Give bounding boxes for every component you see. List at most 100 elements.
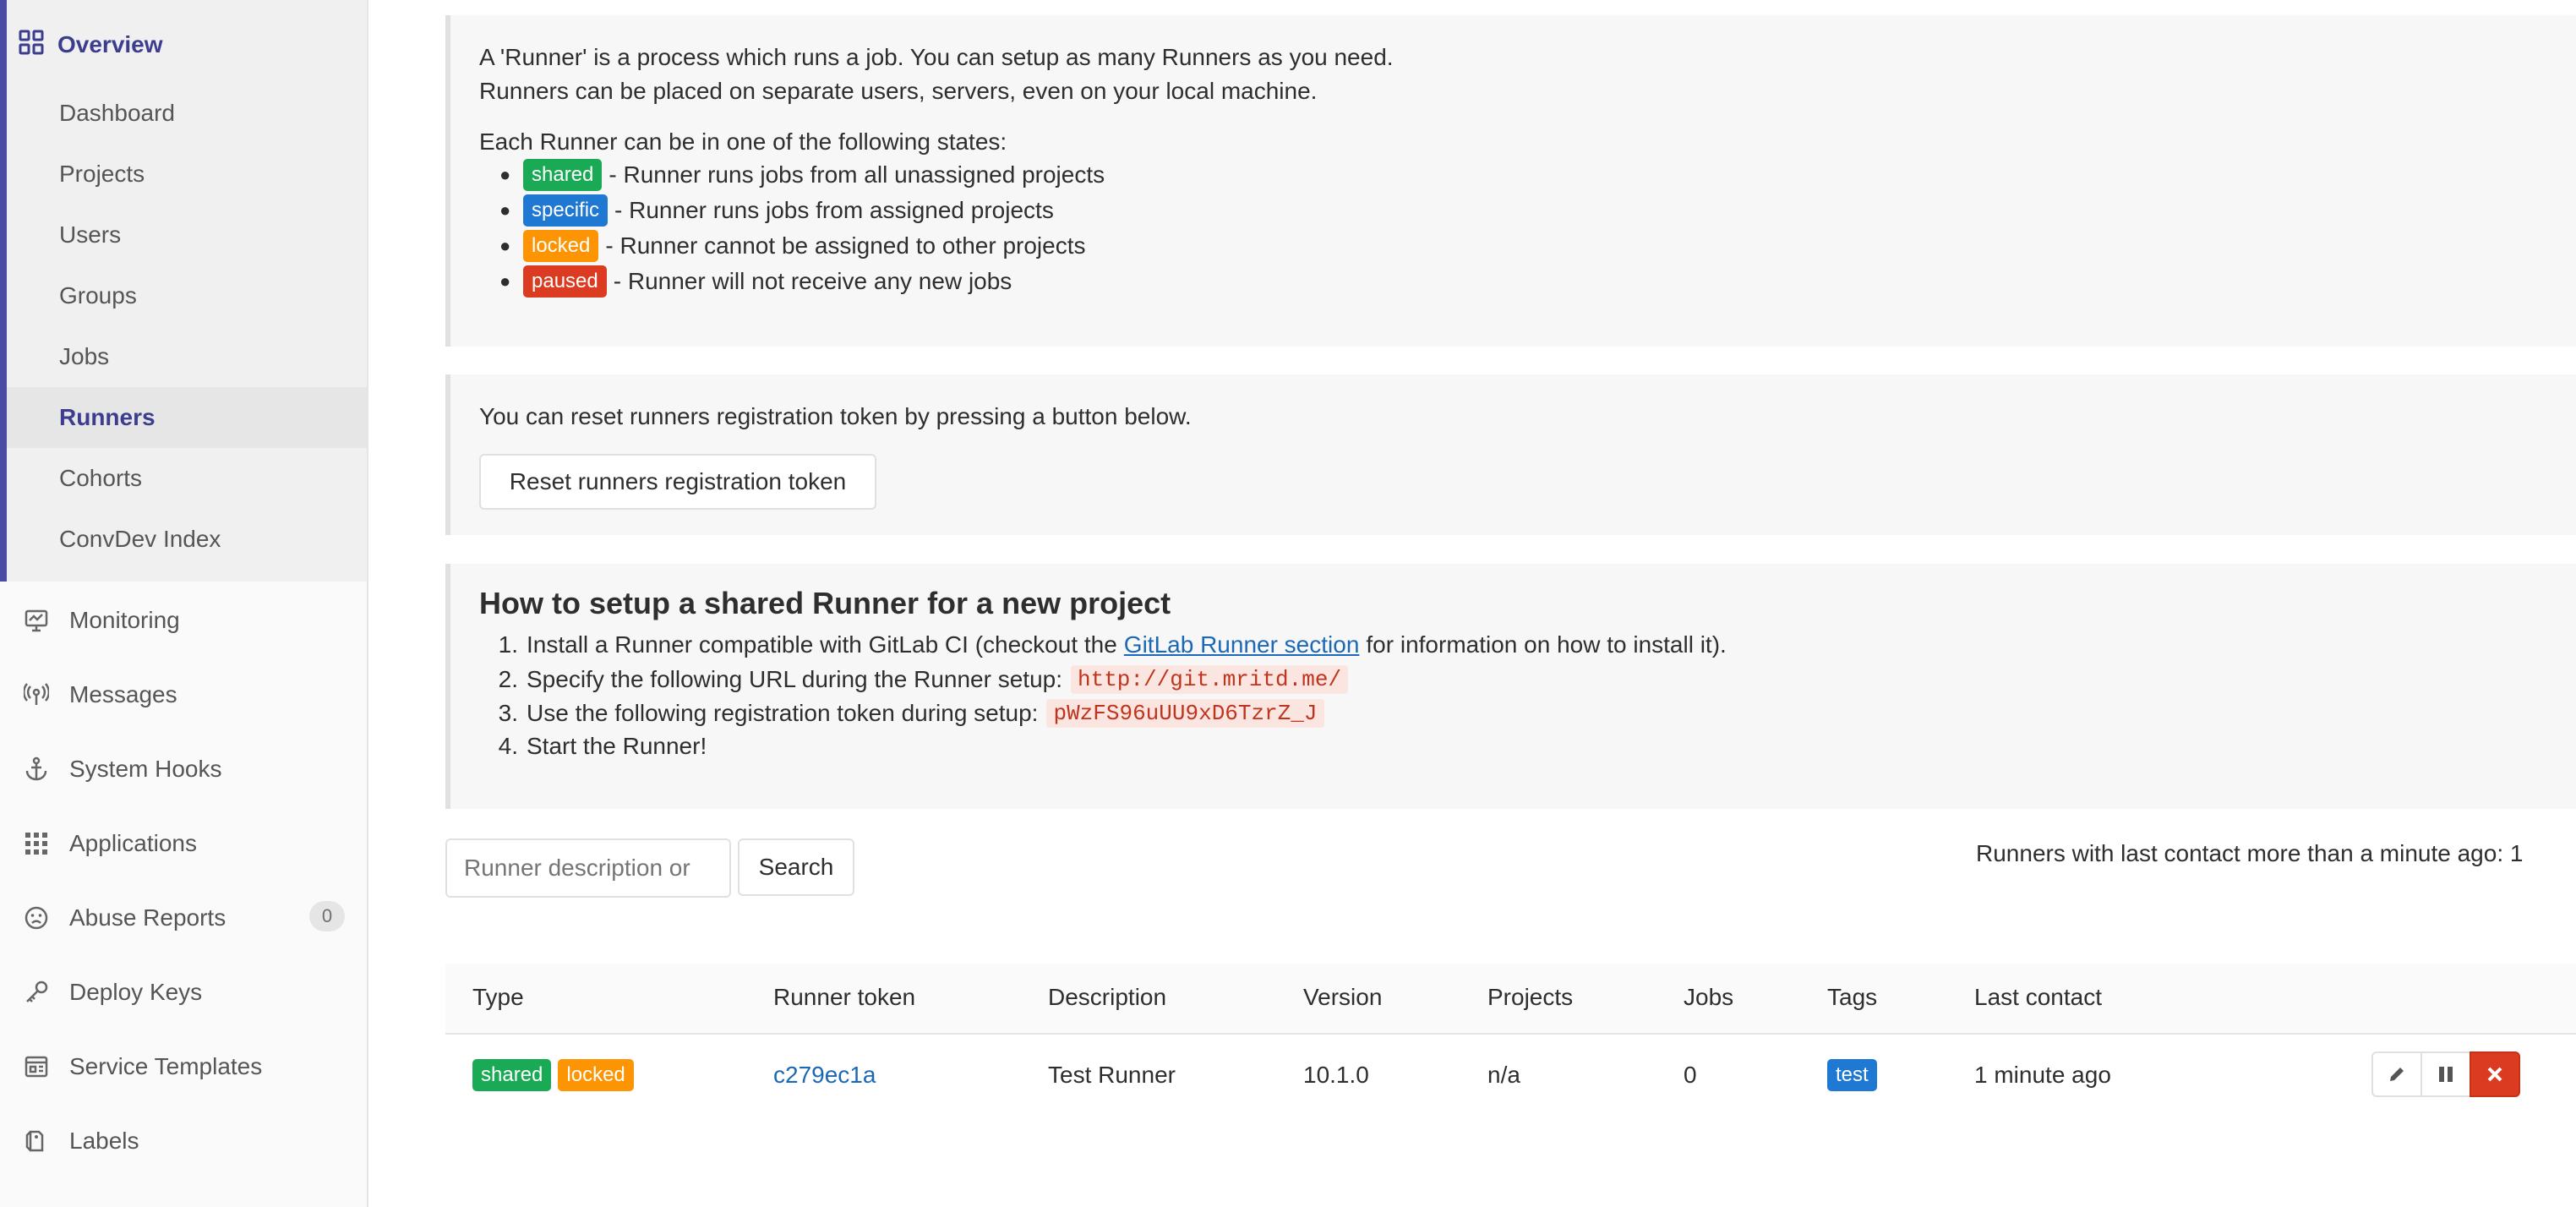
sidebar-item-system-hooks[interactable]: System Hooks <box>24 750 345 789</box>
runner-projects-cell: n/a <box>1487 1062 1520 1088</box>
column-header-description: Description <box>1048 984 1167 1010</box>
runner-version-cell: 10.1.0 <box>1303 1062 1369 1088</box>
sidebar-item-messages[interactable]: Messages <box>24 675 345 714</box>
runners-table-header: Type Runner token Description Version Pr… <box>445 964 2576 1035</box>
state-description: - Runner runs jobs from assigned project… <box>614 197 1054 223</box>
runner-search-input[interactable] <box>445 838 731 898</box>
sidebar-item-applications[interactable]: Applications <box>24 824 345 863</box>
setup-step-2: 2. Specify the following URL during the … <box>479 665 1349 694</box>
column-header-type: Type <box>472 984 524 1010</box>
bullet-icon: ● <box>499 270 511 292</box>
bullet-icon: ● <box>499 235 511 256</box>
sidebar-item-cohorts[interactable]: Cohorts <box>59 462 142 495</box>
sidebar-item-monitoring[interactable]: Monitoring <box>24 601 345 640</box>
pencil-icon <box>2390 1068 2404 1081</box>
step-text: Specify the following URL during the Run… <box>527 666 1062 692</box>
sidebar-item-runners[interactable]: Runners <box>59 401 156 434</box>
sidebar-item-users[interactable]: Users <box>59 218 121 252</box>
paused-badge: paused <box>523 265 607 298</box>
sidebar-item-label: Deploy Keys <box>69 979 203 1005</box>
states-intro: Each Runner can be in one of the followi… <box>479 128 1007 155</box>
close-icon <box>2487 1067 2502 1082</box>
sidebar-item-label: Overview <box>57 31 163 57</box>
sidebar-item-label: Service Templates <box>69 1053 263 1079</box>
column-header-version: Version <box>1303 984 1383 1010</box>
setup-step-4: 4. Start the Runner! <box>479 733 707 760</box>
state-description: - Runner will not receive any new jobs <box>613 268 1012 294</box>
locked-badge: locked <box>523 230 599 262</box>
column-header-runner-token: Runner token <box>773 984 916 1010</box>
info-line-1: A 'Runner' is a process which runs a job… <box>479 44 1394 70</box>
sidebar: Overview Dashboard Projects Users Groups… <box>0 0 368 1207</box>
sidebar-item-groups[interactable]: Groups <box>59 279 137 313</box>
overview-grid-icon <box>19 30 44 61</box>
tag-badge: test <box>1827 1059 1877 1091</box>
template-icon <box>24 1054 49 1079</box>
step-number: 1. <box>498 631 518 658</box>
state-description: - Runner runs jobs from all unassigned p… <box>609 161 1105 188</box>
setup-instructions-panel: How to setup a shared Runner for a new p… <box>445 564 2576 809</box>
sidebar-item-dashboard[interactable]: Dashboard <box>59 96 175 130</box>
key-icon <box>24 980 49 1005</box>
gitlab-runner-section-link[interactable]: GitLab Runner section <box>1124 631 1360 658</box>
specific-badge: specific <box>523 194 609 227</box>
monitor-icon <box>24 608 49 633</box>
setup-title: How to setup a shared Runner for a new p… <box>479 586 1171 620</box>
sidebar-item-convdev-index[interactable]: ConvDev Index <box>59 522 221 556</box>
runner-jobs-cell: 0 <box>1684 1062 1697 1088</box>
info-line-2: Runners can be placed on separate users,… <box>479 78 1318 104</box>
runner-last-contact-cell: 1 minute ago <box>1974 1062 2111 1088</box>
column-header-projects: Projects <box>1487 984 1574 1010</box>
remove-runner-button[interactable] <box>2470 1051 2520 1097</box>
sidebar-item-overview[interactable]: Overview <box>19 25 163 64</box>
state-description: - Runner cannot be assigned to other pro… <box>605 232 1086 259</box>
sidebar-item-label: Abuse Reports <box>69 904 226 931</box>
shared-badge: shared <box>472 1059 552 1091</box>
sidebar-item-abuse-reports[interactable]: Abuse Reports 0 <box>24 898 345 937</box>
runner-url-code: http://git.mritd.me/ <box>1071 665 1349 694</box>
step-number: 4. <box>498 733 518 759</box>
sidebar-item-jobs[interactable]: Jobs <box>59 340 109 374</box>
edit-runner-button[interactable] <box>2371 1051 2422 1097</box>
anchor-icon <box>24 756 49 782</box>
step-text: for information on how to install it). <box>1366 631 1727 658</box>
pause-runner-button[interactable] <box>2420 1051 2471 1097</box>
bullet-icon: ● <box>499 164 511 185</box>
runner-token-link-text[interactable]: c279ec1a <box>773 1062 876 1089</box>
runner-description-cell: Test Runner <box>1048 1062 1176 1088</box>
state-shared: ● shared - Runner runs jobs from all una… <box>499 159 1105 191</box>
runner-type-cell: shared locked <box>472 1058 634 1092</box>
column-header-tags: Tags <box>1827 984 1878 1010</box>
reset-token-button[interactable]: Reset runners registration token <box>479 454 876 510</box>
shared-badge: shared <box>523 159 603 191</box>
abuse-reports-count-badge: 0 <box>309 901 345 931</box>
registration-token-code: pWzFS96uUU9xD6TzrZ_J <box>1046 699 1324 728</box>
runner-token-link[interactable]: c279ec1a <box>773 1058 876 1092</box>
state-specific: ● specific - Runner runs jobs from assig… <box>499 194 1054 227</box>
sidebar-item-labels[interactable]: Labels <box>24 1122 345 1161</box>
sidebar-item-deploy-keys[interactable]: Deploy Keys <box>24 973 345 1012</box>
sidebar-item-label: Applications <box>69 830 197 856</box>
setup-step-3: 3. Use the following registration token … <box>479 699 1324 728</box>
step-number: 2. <box>498 666 518 692</box>
state-locked: ● locked - Runner cannot be assigned to … <box>499 230 1086 262</box>
sidebar-item-label: Messages <box>69 681 177 707</box>
state-paused: ● paused - Runner will not receive any n… <box>499 265 1012 298</box>
step-number: 3. <box>498 700 518 726</box>
runner-info-panel: A 'Runner' is a process which runs a job… <box>445 15 2576 347</box>
column-header-last-contact: Last contact <box>1974 984 2102 1010</box>
sidebar-item-label: Monitoring <box>69 607 180 633</box>
label-icon <box>24 1128 49 1154</box>
step-text: Start the Runner! <box>527 733 707 759</box>
frown-icon <box>24 905 49 931</box>
sidebar-item-label: System Hooks <box>69 756 222 782</box>
step-text: Use the following registration token dur… <box>527 700 1039 726</box>
sidebar-item-label: Labels <box>69 1128 139 1154</box>
search-button[interactable]: Search <box>738 838 854 896</box>
sidebar-item-projects[interactable]: Projects <box>59 157 145 191</box>
column-header-jobs: Jobs <box>1684 984 1734 1010</box>
step-text: Install a Runner compatible with GitLab … <box>527 631 1117 658</box>
last-contact-count: Runners with last contact more than a mi… <box>1976 840 2524 866</box>
sidebar-item-service-templates[interactable]: Service Templates <box>24 1047 345 1086</box>
locked-badge: locked <box>558 1059 634 1091</box>
